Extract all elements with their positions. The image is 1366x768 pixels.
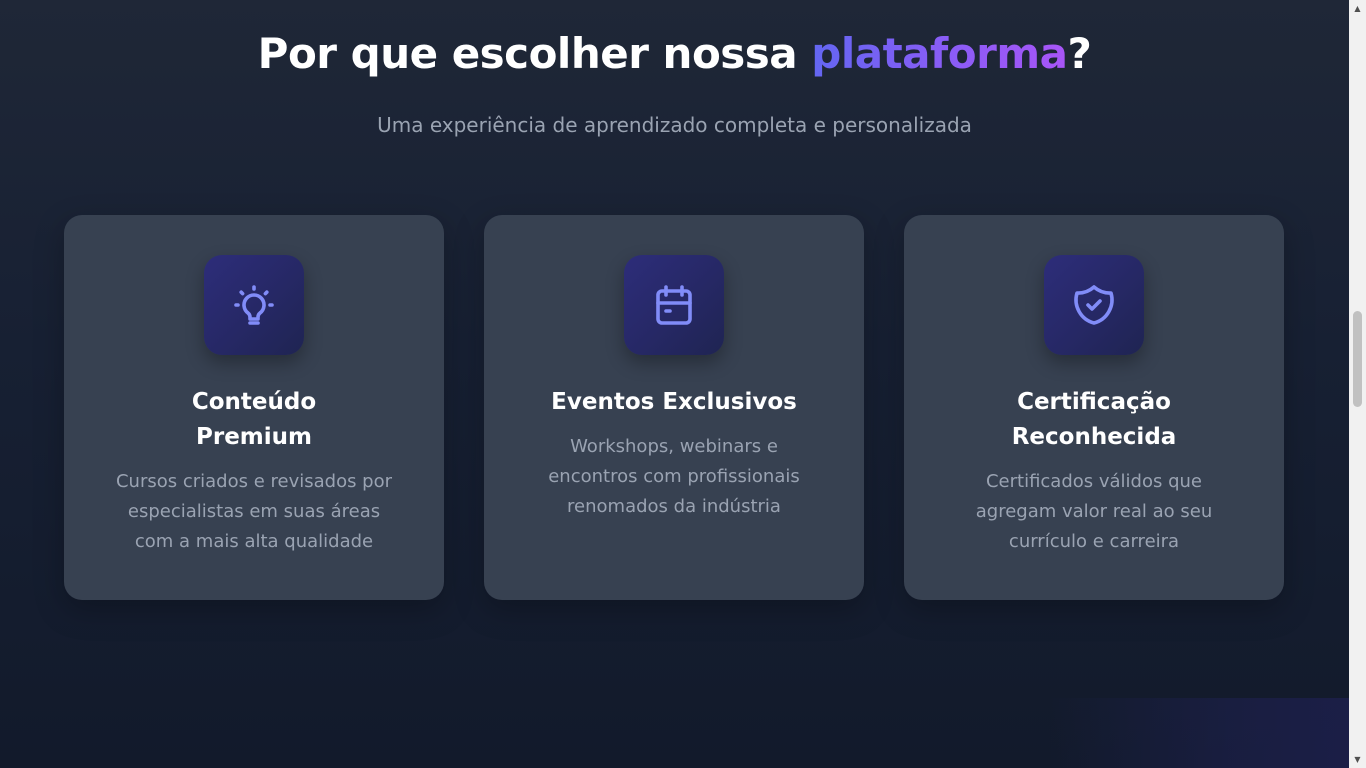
shield-check-icon: [1044, 255, 1144, 355]
scrollbar-thumb[interactable]: [1353, 311, 1362, 407]
feature-card-premium: Conteúdo Premium Cursos criados e revisa…: [64, 215, 444, 600]
section-header: Por que escolher nossa plataforma? Uma e…: [0, 26, 1349, 138]
section-title: Por que escolher nossa plataforma?: [0, 26, 1349, 82]
calendar-icon: [624, 255, 724, 355]
decorative-glow: [1049, 698, 1349, 768]
feature-card-certification: Certificação Reconhecida Certificados vá…: [904, 215, 1284, 600]
section-subtitle: Uma experiência de aprendizado completa …: [377, 113, 972, 137]
feature-description: Cursos criados e revisados por especiali…: [115, 471, 393, 552]
feature-title: Conteúdo Premium: [191, 389, 317, 450]
feature-card-events: Eventos Exclusivos Workshops, webinars e…: [484, 215, 864, 600]
feature-title: Certificação Reconhecida: [1011, 389, 1177, 450]
scroll-up-arrow-icon[interactable]: ▲: [1349, 0, 1366, 17]
scroll-down-arrow-icon[interactable]: ▼: [1349, 751, 1366, 768]
feature-title: Eventos Exclusivos: [551, 389, 797, 415]
lightbulb-icon: [204, 255, 304, 355]
title-prefix: Por que escolher nossa: [257, 29, 812, 78]
feature-cards: Conteúdo Premium Cursos criados e revisa…: [64, 215, 1284, 600]
feature-description: Workshops, webinars e encontros com prof…: [548, 436, 800, 517]
page-viewport: Por que escolher nossa plataforma? Uma e…: [0, 0, 1349, 768]
feature-description: Certificados válidos que agregam valor r…: [975, 471, 1213, 552]
title-accent: plataforma: [811, 29, 1068, 78]
vertical-scrollbar[interactable]: ▲ ▼: [1349, 0, 1366, 768]
title-suffix: ?: [1067, 29, 1092, 78]
